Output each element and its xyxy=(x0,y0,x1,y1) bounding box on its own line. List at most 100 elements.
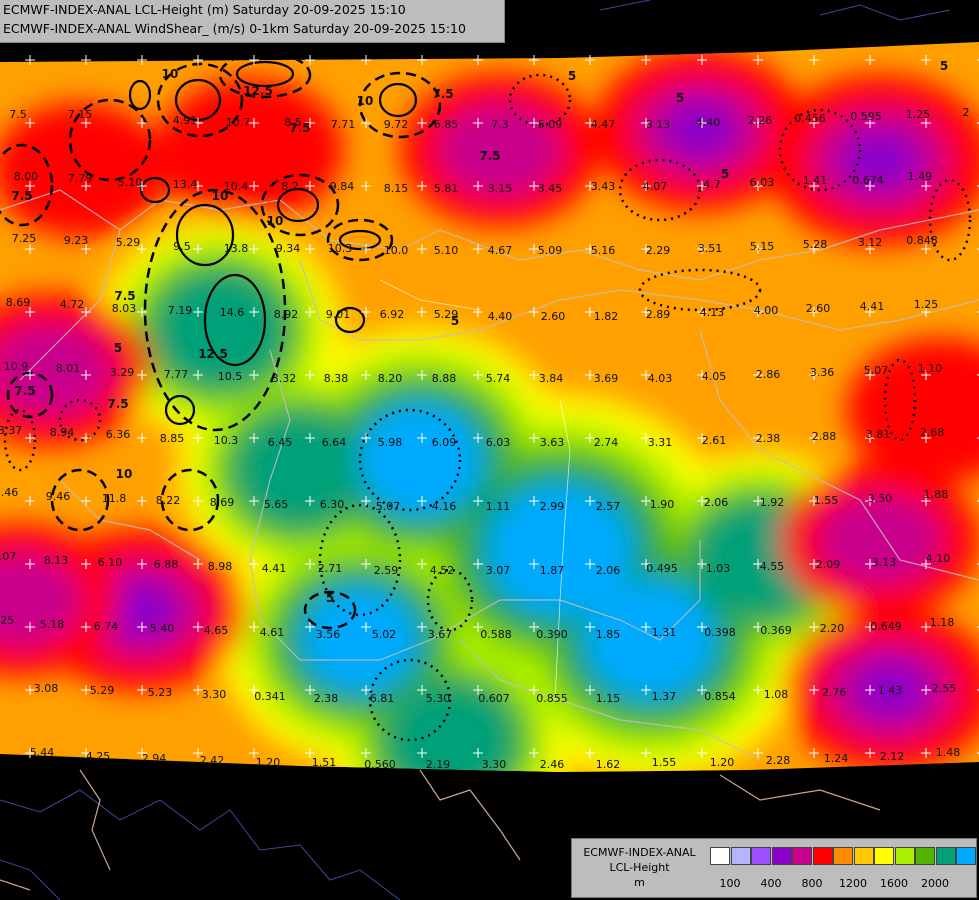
lcl-value-label: 11.8 xyxy=(102,492,127,505)
lcl-value-label: 10.5 xyxy=(218,370,243,383)
lcl-value-label: 8.13 xyxy=(44,554,69,567)
lcl-value-label: 0.674 xyxy=(852,174,884,187)
lcl-value-label: 2.19 xyxy=(426,758,451,771)
lcl-value-label: 3.45 xyxy=(538,182,563,195)
lcl-value-label: 0.390 xyxy=(536,628,568,641)
legend-swatch xyxy=(812,847,833,865)
lcl-value-label: 4.41 xyxy=(262,562,287,575)
field-ring-teal xyxy=(234,411,366,529)
lcl-value-label: 1.25 xyxy=(914,298,939,311)
lcl-value-label: 2.76 xyxy=(822,686,847,699)
lcl-value-label: 6.64 xyxy=(322,436,347,449)
lcl-value-label: 7.19 xyxy=(168,304,193,317)
lcl-value-label: 2.09 xyxy=(816,558,841,571)
legend-tick-label: 800 xyxy=(801,877,823,890)
lcl-value-label: 4.7 xyxy=(703,178,721,191)
lcl-value-label: 6.09 xyxy=(432,436,457,449)
lcl-value-label: 2.88 xyxy=(812,430,837,443)
lcl-value-label: 5.15 xyxy=(750,240,775,253)
lcl-value-label: 1.20 xyxy=(710,756,735,769)
legend-swatch xyxy=(751,847,771,865)
lcl-value-label: 2.46 xyxy=(540,758,565,771)
lcl-height-map[interactable]: 7.5 7.15 4.91 10.7 8.5 7.71 9.72 6.85 7.3 5.09 4.4… xyxy=(0,0,979,900)
lcl-value-label: 1.25 xyxy=(906,108,931,121)
legend-tick-label: 1200 xyxy=(839,877,867,890)
legend-swatch xyxy=(833,847,853,865)
lcl-value-label: 14.6 xyxy=(220,306,245,319)
lcl-value-label: 2.28 xyxy=(766,754,791,767)
lcl-value-label: 1.55 xyxy=(652,756,677,769)
lcl-value-label: 5.44 xyxy=(30,746,55,759)
lcl-value-label: 0.649 xyxy=(870,620,902,633)
lcl-value-label: 2.94 xyxy=(142,752,167,765)
lcl-value-label: 3.51 xyxy=(698,242,723,255)
lcl-value-label: 3.08 xyxy=(34,682,59,695)
legend-tick-label: 400 xyxy=(760,877,782,890)
lcl-value-label: 3.81 xyxy=(866,428,891,441)
field-hot-purple xyxy=(663,101,737,159)
legend-swatch xyxy=(915,847,935,865)
lcl-value-label: 1.10 xyxy=(918,362,943,375)
lcl-value-label: 9.34 xyxy=(276,242,301,255)
lcl-value-label: 2.60 xyxy=(806,302,831,315)
lcl-value-label: 4.72 xyxy=(60,298,85,311)
lcl-value-label: 9.23 xyxy=(64,234,89,247)
lcl-value-label: 2.60 xyxy=(541,310,566,323)
lcl-value-label: 3.36 xyxy=(810,366,835,379)
legend-title-line-3: m xyxy=(634,876,645,889)
lcl-value-label: 1.48 xyxy=(936,746,961,759)
lcl-value-label: 3.84 xyxy=(539,372,564,385)
lcl-value-label: 0.398 xyxy=(704,626,736,639)
windshear-contour-label: 7.5 xyxy=(479,149,500,163)
lcl-value-label: 2.12 xyxy=(880,750,905,763)
lcl-value-label: 0.456 xyxy=(794,112,826,125)
lcl-value-label: 0.495 xyxy=(646,562,678,575)
lcl-value-label: 5.09 xyxy=(538,244,563,257)
lcl-value-label: 3.13 xyxy=(872,556,897,569)
lcl-value-label: 3.50 xyxy=(868,492,893,505)
lcl-value-label: 2.86 xyxy=(756,368,781,381)
lcl-value-label: 7.15 xyxy=(68,108,93,121)
lcl-value-label: 2.71 xyxy=(318,562,343,575)
lcl-value-label: 10.3 xyxy=(328,242,353,255)
lcl-value-label: 8.88 xyxy=(432,372,457,385)
lcl-value-label: 5.28 xyxy=(803,238,828,251)
lcl-value-label: 9.01 xyxy=(326,308,351,321)
lcl-value-label: 8.98 xyxy=(208,560,233,573)
lcl-value-label: 8.03 xyxy=(112,302,137,315)
lcl-value-label: 3.63 xyxy=(540,436,565,449)
windshear-contour-label: 7.5 xyxy=(114,289,135,303)
lcl-value-label: 5.07 xyxy=(864,364,889,377)
lcl-value-label: 6.30 xyxy=(320,498,345,511)
lcl-value-label: 5.29 xyxy=(116,236,141,249)
windshear-contour-label: 10 xyxy=(357,94,374,108)
lcl-value-label: 3.30 xyxy=(482,758,507,771)
legend-swatch xyxy=(894,847,915,865)
lcl-value-label: 7.71 xyxy=(331,118,356,131)
lcl-value-label: 8.37 xyxy=(0,424,22,437)
windshear-contour-label: 7.5 xyxy=(107,397,128,411)
lcl-value-label: 4.67 xyxy=(488,244,513,257)
lcl-value-label: 4.16 xyxy=(432,500,457,513)
lcl-value-label: 1.85 xyxy=(596,628,621,641)
lcl-value-label: 3.69 xyxy=(594,372,619,385)
windshear-contour-label: 7.5 xyxy=(11,189,32,203)
lcl-value-label: 6.81 xyxy=(370,692,395,705)
lcl-value-label: 1.15 xyxy=(596,692,621,705)
lcl-value-label: 8.94 xyxy=(50,426,75,439)
legend-tick-label: 2000 xyxy=(921,877,949,890)
lcl-value-label: 1.20 xyxy=(256,756,281,769)
lcl-value-label: 2.06 xyxy=(596,564,621,577)
lcl-value-label: 4.13 xyxy=(700,306,725,319)
lcl-value-label: 0.588 xyxy=(480,628,512,641)
lcl-value-label: 8.69 xyxy=(210,496,235,509)
windshear-contour-label: 5 xyxy=(326,591,334,605)
lcl-value-label: 1.24 xyxy=(824,752,849,765)
lcl-value-label: 2.99 xyxy=(540,500,565,513)
lcl-value-label: 2 xyxy=(963,106,970,119)
windshear-contour-label: 5 xyxy=(940,59,948,73)
lcl-value-label: 1.82 xyxy=(594,310,619,323)
lcl-value-label: 2.29 xyxy=(646,244,671,257)
lcl-value-label: 6.45 xyxy=(268,436,293,449)
lcl-value-label: 5.29 xyxy=(90,684,115,697)
